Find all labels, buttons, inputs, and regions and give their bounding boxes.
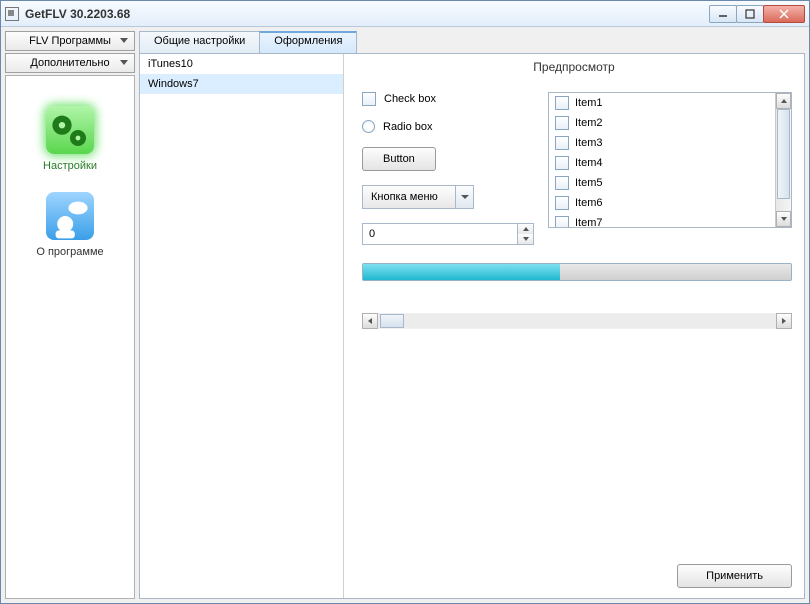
app-window: GetFLV 30.2203.68 FLV Программы Дополнит… (0, 0, 810, 604)
maximize-button[interactable] (736, 5, 764, 23)
chevron-down-icon[interactable] (455, 186, 473, 208)
checkbox-icon[interactable] (555, 116, 569, 130)
scroll-up-icon[interactable] (776, 93, 791, 109)
app-icon (5, 7, 19, 21)
spinner-up-icon[interactable] (518, 224, 533, 234)
close-button[interactable] (763, 5, 805, 23)
tab-themes[interactable]: Оформления (259, 31, 357, 53)
checkbox-icon[interactable] (555, 96, 569, 110)
list-content: Item1 Item2 Item3 Item4 Item5 Item6 Item… (549, 93, 775, 227)
progress-fill (363, 264, 560, 280)
sidebar-item-about[interactable]: О программе (36, 192, 103, 258)
preview-body: Check box Radio box Button Кнопка меню (344, 84, 804, 554)
scroll-left-icon[interactable] (362, 313, 378, 329)
list-item[interactable]: Item1 (549, 93, 775, 113)
sidebar-item-label: О программе (36, 246, 103, 258)
list-item[interactable]: Item7 (549, 213, 775, 227)
content: FLV Программы Дополнительно Настройки (1, 27, 809, 603)
preview-pane: Предпросмотр Check box Radio box (344, 54, 804, 598)
dropdown-label: Дополнительно (30, 57, 109, 69)
preview-listbox: Item1 Item2 Item3 Item4 Item5 Item6 Item… (548, 92, 792, 228)
minimize-button[interactable] (709, 5, 737, 23)
checkbox-icon[interactable] (555, 176, 569, 190)
sidebar-item-settings[interactable]: Настройки (43, 106, 97, 172)
radio-row[interactable]: Radio box (362, 120, 522, 133)
menu-label: Кнопка меню (363, 186, 455, 208)
theme-item[interactable]: Windows7 (140, 74, 343, 94)
horizontal-scrollbar[interactable] (362, 313, 792, 329)
scroll-down-icon[interactable] (776, 211, 791, 227)
preview-controls: Check box Radio box Button Кнопка меню (362, 92, 522, 245)
checkbox-label: Check box (384, 93, 436, 105)
checkbox-icon[interactable] (555, 196, 569, 210)
list-item[interactable]: Item6 (549, 193, 775, 213)
checkbox-icon[interactable] (555, 136, 569, 150)
titlebar: GetFLV 30.2203.68 (1, 1, 809, 27)
preview-top-row: Check box Radio box Button Кнопка меню (362, 92, 792, 245)
main-body: iTunes10 Windows7 Предпросмотр Check box (139, 53, 805, 599)
checkbox-icon[interactable] (555, 216, 569, 227)
apply-button[interactable]: Применить (677, 564, 792, 588)
chevron-down-icon (120, 60, 128, 65)
sidebar: Настройки О программе (5, 75, 135, 599)
preview-header: Предпросмотр (344, 54, 804, 84)
hscroll-thumb[interactable] (380, 314, 404, 328)
list-item[interactable]: Item2 (549, 113, 775, 133)
sidebar-item-label: Настройки (43, 160, 97, 172)
checkbox-icon[interactable] (555, 156, 569, 170)
checkbox-row[interactable]: Check box (362, 92, 522, 106)
extra-dropdown[interactable]: Дополнительно (5, 53, 135, 73)
checkbox-icon[interactable] (362, 92, 376, 106)
tab-general[interactable]: Общие настройки (139, 31, 260, 53)
preview-spinner[interactable]: 0 (362, 223, 534, 245)
flv-programs-dropdown[interactable]: FLV Программы (5, 31, 135, 51)
vertical-scrollbar[interactable] (775, 93, 791, 227)
preview-menu-dropdown[interactable]: Кнопка меню (362, 185, 474, 209)
window-title: GetFLV 30.2203.68 (25, 7, 130, 21)
person-speech-icon (46, 192, 94, 240)
window-controls (710, 5, 805, 23)
theme-item[interactable]: iTunes10 (140, 54, 343, 74)
theme-list: iTunes10 Windows7 (140, 54, 344, 598)
main-column: Общие настройки Оформления iTunes10 Wind… (139, 31, 805, 599)
footer: Применить (344, 554, 804, 598)
spinner-down-icon[interactable] (518, 234, 533, 244)
tabs: Общие настройки Оформления (139, 31, 805, 53)
scroll-right-icon[interactable] (776, 313, 792, 329)
scroll-thumb[interactable] (777, 109, 790, 199)
list-item[interactable]: Item4 (549, 153, 775, 173)
dropdown-label: FLV Программы (29, 35, 111, 47)
spinner-buttons (517, 224, 533, 244)
left-column: FLV Программы Дополнительно Настройки (5, 31, 135, 599)
preview-button[interactable]: Button (362, 147, 436, 171)
scroll-track[interactable] (776, 109, 791, 211)
list-item[interactable]: Item5 (549, 173, 775, 193)
radio-icon[interactable] (362, 120, 375, 133)
radio-label: Radio box (383, 121, 433, 133)
list-item[interactable]: Item3 (549, 133, 775, 153)
spinner-value[interactable]: 0 (363, 228, 517, 240)
hscroll-track[interactable] (378, 314, 776, 328)
chevron-down-icon (120, 38, 128, 43)
gears-icon (46, 106, 94, 154)
preview-progressbar (362, 263, 792, 281)
